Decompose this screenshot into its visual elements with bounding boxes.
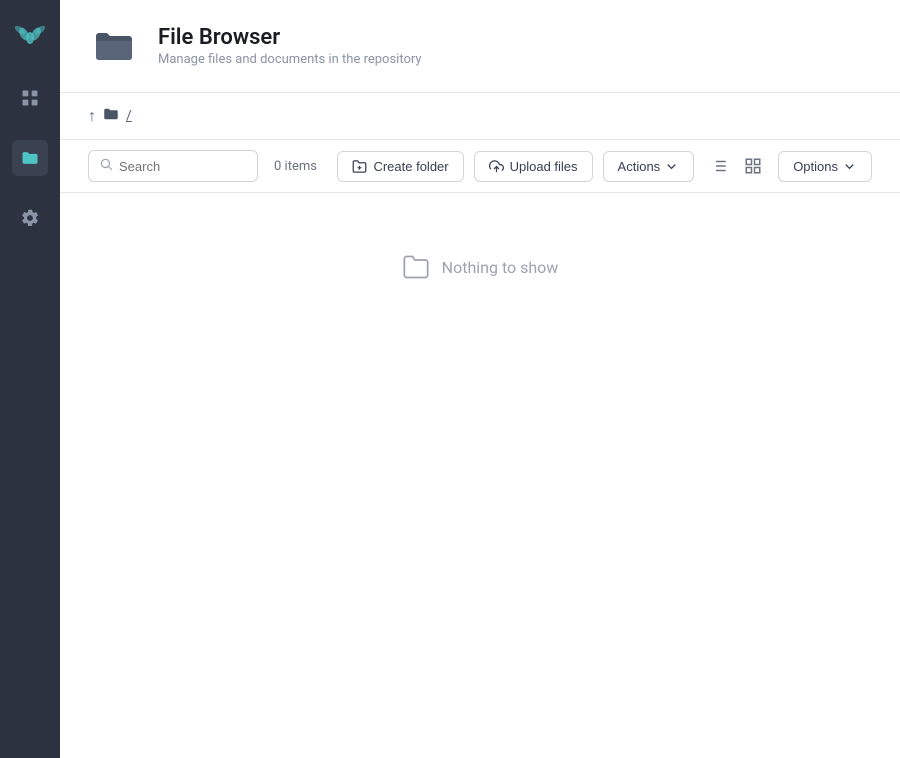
list-view-icon <box>710 157 728 175</box>
actions-label: Actions <box>618 159 661 174</box>
breadcrumb-root-link[interactable]: / <box>126 108 132 124</box>
grid-icon <box>20 88 40 108</box>
main-content: File Browser Manage files and documents … <box>60 0 900 758</box>
breadcrumb-folder-icon <box>102 105 120 127</box>
options-chevron-icon <box>842 159 857 174</box>
search-box <box>88 150 258 182</box>
sidebar <box>0 0 60 758</box>
grid-view-button[interactable] <box>738 151 768 181</box>
page-subtitle: Manage files and documents in the reposi… <box>158 52 422 67</box>
empty-folder-icon <box>402 253 430 281</box>
gear-icon <box>20 208 40 228</box>
empty-state-text: Nothing to show <box>442 258 559 277</box>
app-logo[interactable] <box>14 16 46 48</box>
sidebar-item-settings[interactable] <box>12 200 48 236</box>
file-list-area: Nothing to show <box>60 193 900 758</box>
content-toolbar: 0 items Create folder Upload files Actio… <box>60 140 900 193</box>
view-toggle <box>704 151 768 181</box>
page-header: File Browser Manage files and documents … <box>60 0 900 93</box>
list-view-button[interactable] <box>704 151 734 181</box>
page-title: File Browser <box>158 25 422 50</box>
options-label: Options <box>793 159 838 174</box>
chevron-down-icon <box>664 159 679 174</box>
breadcrumb-bar: ↑ / <box>60 93 900 140</box>
create-folder-button[interactable]: Create folder <box>337 151 463 182</box>
search-input[interactable] <box>119 159 247 174</box>
upload-icon <box>489 159 504 174</box>
search-icon <box>99 157 113 175</box>
grid-view-icon <box>744 157 762 175</box>
empty-state: Nothing to show <box>402 253 559 281</box>
folder-icon <box>20 148 40 168</box>
header-text: File Browser Manage files and documents … <box>158 25 422 67</box>
upload-files-button[interactable]: Upload files <box>474 151 593 182</box>
options-button[interactable]: Options <box>778 151 872 182</box>
sidebar-item-dashboard[interactable] <box>12 80 48 116</box>
breadcrumb: ↑ / <box>88 105 132 127</box>
upload-files-label: Upload files <box>510 159 578 174</box>
folder-large-icon <box>90 22 138 70</box>
header-folder-icon <box>88 20 140 72</box>
actions-button[interactable]: Actions <box>603 151 695 182</box>
create-folder-icon <box>352 159 367 174</box>
items-count: 0 items <box>274 159 317 174</box>
create-folder-label: Create folder <box>373 159 448 174</box>
breadcrumb-up-button[interactable]: ↑ <box>88 106 96 126</box>
sidebar-item-files[interactable] <box>12 140 48 176</box>
